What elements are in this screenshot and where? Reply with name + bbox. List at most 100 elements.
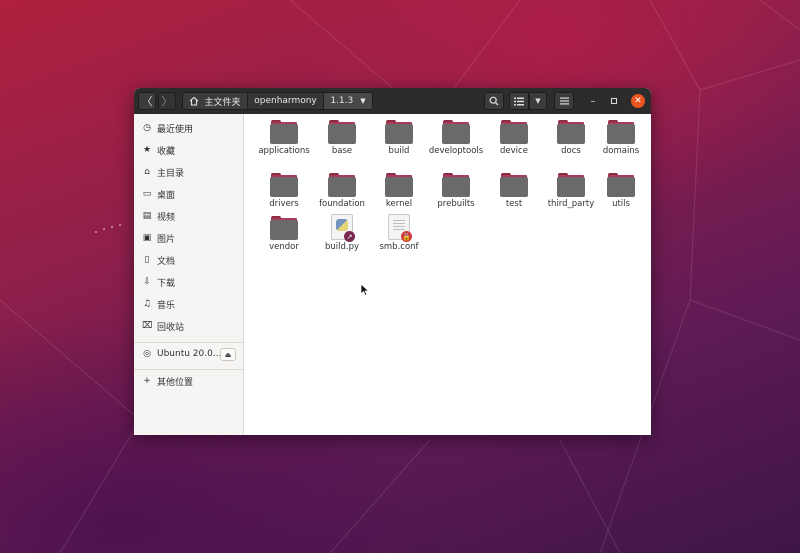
folder-item[interactable]: domains — [593, 120, 649, 156]
music-icon: ♫ — [142, 299, 152, 309]
sidebar-item-other-locations[interactable]: + 其他位置 — [134, 370, 243, 392]
sidebar-item-ubuntu-disc[interactable]: ◎ Ubuntu 20.0... ⏏ — [134, 343, 243, 365]
folder-item[interactable]: applications — [256, 120, 312, 156]
folder-item[interactable]: foundation — [314, 173, 370, 209]
sidebar-item-pictures[interactable]: ▣ 图片 — [134, 227, 243, 249]
sidebar-item-downloads[interactable]: ⇩ 下载 — [134, 271, 243, 293]
folder-item[interactable]: prebuilts — [428, 173, 484, 209]
file-manager-window: 〈 〉 主文件夹 openharmony 1.1.3 ▼ ▼ – ✕ ◷ 最近使… — [134, 88, 651, 435]
folder-item[interactable]: build — [371, 120, 427, 156]
file-name: test — [505, 199, 523, 209]
sidebar-item-label: 音乐 — [157, 300, 176, 311]
sidebar-item-label: 其他位置 — [157, 377, 194, 388]
folder-item[interactable]: device — [486, 120, 542, 156]
breadcrumb-label: 1.1.3 — [330, 96, 354, 106]
file-name: smb.conf — [379, 242, 419, 252]
folder-item[interactable]: base — [314, 120, 370, 156]
eject-icon: ⏏ — [224, 350, 232, 359]
file-grid: applications base build developtools dev… — [244, 114, 651, 435]
folder-item[interactable]: utils — [593, 173, 649, 209]
folder-item[interactable]: drivers — [256, 173, 312, 209]
maximize-button[interactable] — [607, 94, 621, 108]
main-menu-button[interactable] — [554, 92, 574, 110]
view-list-button[interactable] — [509, 92, 529, 110]
folder-item[interactable]: test — [486, 173, 542, 209]
mouse-pointer-icon — [360, 283, 370, 297]
sidebar-item-starred[interactable]: ★ 收藏 — [134, 139, 243, 161]
view-options-button[interactable]: ▼ — [529, 92, 547, 110]
eject-button[interactable]: ⏏ — [220, 348, 236, 361]
file-name: kernel — [385, 199, 413, 209]
back-button[interactable]: 〈 — [138, 92, 156, 110]
maximize-icon — [611, 98, 617, 104]
sidebar-item-label: 桌面 — [157, 190, 176, 201]
close-button[interactable]: ✕ — [631, 94, 645, 108]
download-icon: ⇩ — [143, 277, 151, 287]
file-name: third_party — [547, 199, 595, 209]
breadcrumb-label: 主文件夹 — [204, 97, 241, 108]
folder-icon — [442, 120, 470, 144]
folder-item[interactable]: vendor — [256, 216, 312, 252]
file-name: applications — [258, 146, 310, 156]
folder-icon — [607, 120, 635, 144]
sidebar-item-label: 文档 — [157, 256, 176, 267]
folder-icon — [557, 173, 585, 197]
file-name: developtools — [428, 146, 484, 156]
sidebar-item-desktop[interactable]: ▭ 桌面 — [134, 183, 243, 205]
home-icon — [190, 96, 199, 106]
forward-button[interactable]: 〉 — [158, 92, 176, 110]
disc-icon: ◎ — [143, 349, 151, 359]
file-name: vendor — [269, 242, 299, 252]
folder-item[interactable]: docs — [543, 120, 599, 156]
folder-icon — [385, 120, 413, 144]
folder-icon — [500, 120, 528, 144]
video-icon: ▤ — [142, 211, 152, 221]
file-name: foundation — [319, 199, 365, 209]
folder-item[interactable]: kernel — [371, 173, 427, 209]
minimize-icon: – — [590, 95, 596, 107]
file-item[interactable]: 🔒 smb.conf — [371, 214, 427, 252]
search-icon — [489, 96, 499, 106]
sidebar-item-videos[interactable]: ▤ 视频 — [134, 205, 243, 227]
folder-icon — [270, 173, 298, 197]
document-icon: ▯ — [144, 255, 150, 265]
sidebar-item-documents[interactable]: ▯ 文档 — [134, 249, 243, 271]
clock-icon: ◷ — [143, 123, 151, 133]
sidebar-item-recent[interactable]: ◷ 最近使用 — [134, 117, 243, 139]
folder-item[interactable]: developtools — [428, 120, 484, 156]
sidebar-item-label: 视频 — [157, 212, 176, 223]
sidebar-item-label: 图片 — [157, 234, 176, 245]
file-name: build.py — [324, 242, 360, 252]
file-item[interactable]: ↗ build.py — [314, 214, 370, 252]
minimize-button[interactable]: – — [586, 94, 600, 108]
sidebar-item-trash[interactable]: ⌧ 回收站 — [134, 315, 243, 337]
star-icon: ★ — [142, 145, 152, 155]
trash-icon: ⌧ — [142, 321, 153, 331]
sidebar-item-label: 收藏 — [157, 146, 176, 157]
file-name: utils — [612, 199, 630, 209]
chevron-left-icon: 〈 — [141, 95, 153, 108]
chevron-right-icon: 〉 — [161, 95, 173, 108]
breadcrumb-openharmony[interactable]: openharmony — [248, 92, 323, 110]
breadcrumb-current[interactable]: 1.1.3 ▼ — [323, 92, 373, 110]
breadcrumb-home[interactable]: 主文件夹 — [182, 92, 248, 110]
plus-icon: + — [143, 376, 151, 386]
list-view-icon — [514, 97, 524, 105]
folder-icon — [607, 173, 635, 197]
folder-icon — [328, 120, 356, 144]
sidebar-item-label: 下载 — [157, 278, 176, 289]
sidebar-item-music[interactable]: ♫ 音乐 — [134, 293, 243, 315]
close-icon: ✕ — [634, 96, 642, 106]
folder-item[interactable]: third_party — [543, 173, 599, 209]
sidebar-item-home[interactable]: ⌂ 主目录 — [134, 161, 243, 183]
folder-icon — [557, 120, 585, 144]
picture-icon: ▣ — [142, 233, 152, 243]
breadcrumb-label: openharmony — [254, 96, 317, 106]
folder-icon — [328, 173, 356, 197]
sidebar-item-label: 回收站 — [157, 322, 185, 333]
desktop-icon: ▭ — [142, 189, 152, 199]
text-file-icon: 🔒 — [388, 214, 412, 242]
folder-icon — [442, 173, 470, 197]
python-file-icon: ↗ — [331, 214, 355, 242]
search-button[interactable] — [484, 92, 504, 110]
